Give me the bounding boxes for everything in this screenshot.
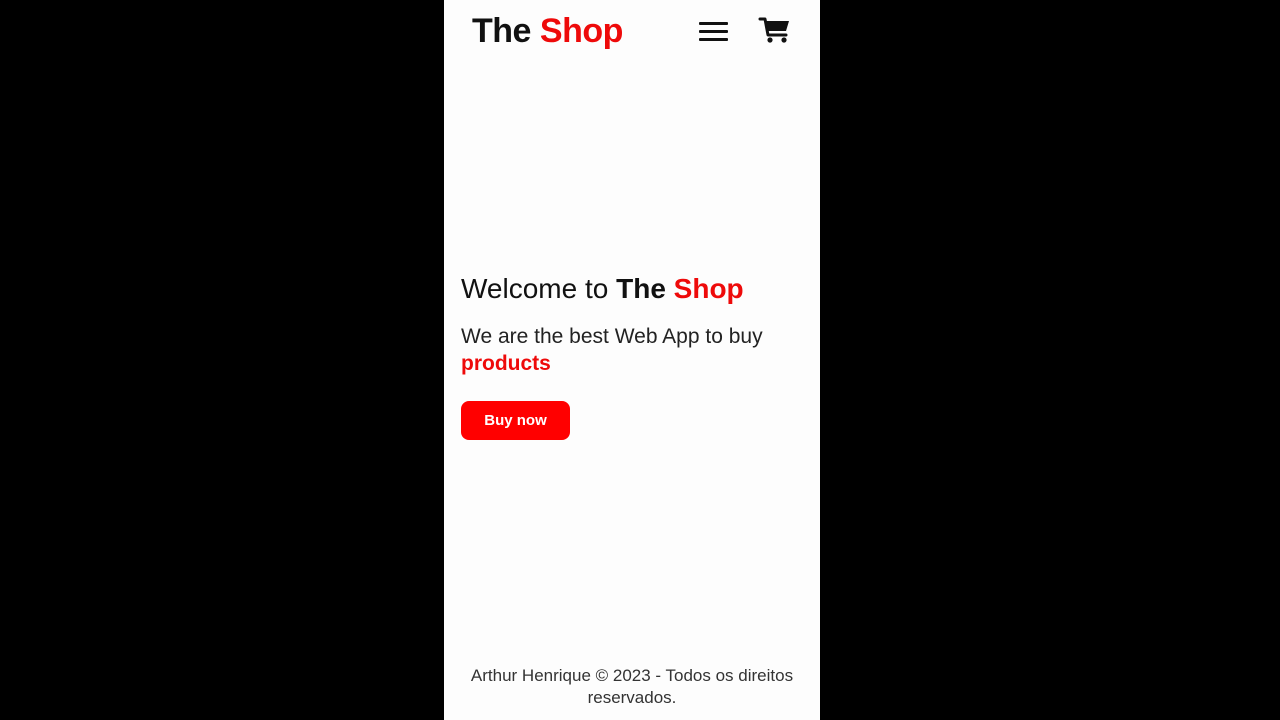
logo-text-shop: Shop xyxy=(539,12,623,50)
site-logo[interactable]: The Shop xyxy=(472,12,623,50)
buy-now-button[interactable]: Buy now xyxy=(461,401,570,440)
footer-copyright: Arthur Henrique © 2023 - Todos os direit… xyxy=(470,666,794,707)
welcome-brand-shop: Shop xyxy=(673,273,744,304)
welcome-prefix: Welcome to xyxy=(461,273,609,304)
welcome-heading: Welcome to The Shop xyxy=(461,268,806,310)
menu-bar-bottom xyxy=(699,38,728,41)
menu-bar-top xyxy=(699,22,728,25)
site-header: The Shop xyxy=(444,0,820,64)
welcome-brand-the: The xyxy=(616,273,666,304)
shopping-cart-icon[interactable] xyxy=(758,14,792,46)
menu-bar-middle xyxy=(699,30,728,33)
tagline-highlight: products xyxy=(461,352,551,375)
site-footer: Arthur Henrique © 2023 - Todos os direit… xyxy=(444,665,820,709)
mobile-viewport: The Shop Welcome to The Shop We are the … xyxy=(444,0,820,720)
hero-tagline: We are the best Web App to buy products xyxy=(461,323,806,377)
cart-svg xyxy=(758,17,789,43)
hero-section: Welcome to The Shop We are the best Web … xyxy=(461,268,806,440)
tagline-text: We are the best Web App to buy xyxy=(461,325,763,348)
logo-text-the: The xyxy=(472,12,531,50)
hamburger-menu-icon[interactable] xyxy=(697,18,729,44)
